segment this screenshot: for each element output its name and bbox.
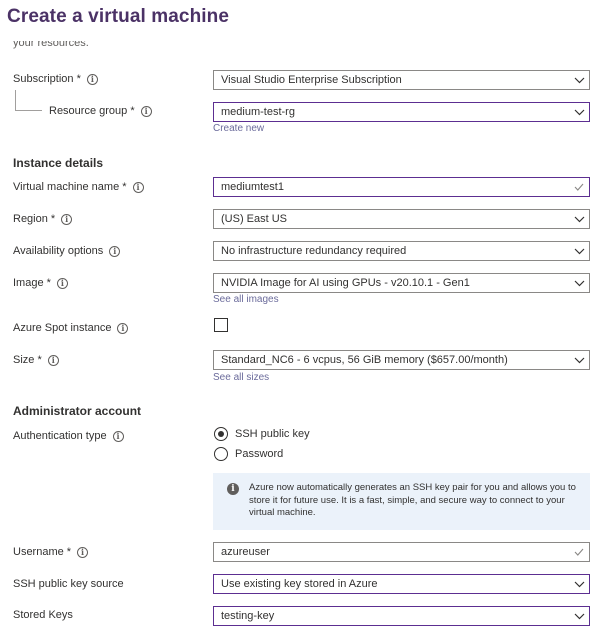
username-value: azureuser <box>221 546 270 558</box>
info-icon[interactable]: i <box>86 73 98 85</box>
info-icon[interactable]: i <box>47 354 59 366</box>
size-label: Size * i <box>13 354 59 366</box>
vm-name-value: mediumtest1 <box>221 181 284 193</box>
ssh-source-label-text: SSH public key source <box>13 578 124 590</box>
username-label-text: Username * <box>13 546 72 558</box>
vm-name-label-text: Virtual machine name * <box>13 181 127 193</box>
chevron-down-icon <box>569 71 589 89</box>
subscription-value: Visual Studio Enterprise Subscription <box>221 74 402 86</box>
resource-group-dropdown[interactable]: medium-test-rg <box>213 102 590 122</box>
info-icon[interactable]: i <box>109 245 121 257</box>
stored-keys-label: Stored Keys <box>13 609 73 621</box>
chevron-down-icon <box>569 103 589 121</box>
image-dropdown[interactable]: NVIDIA Image for AI using GPUs - v20.10.… <box>213 273 590 293</box>
chevron-down-icon <box>569 607 589 625</box>
region-dropdown[interactable]: (US) East US <box>213 209 590 229</box>
vm-name-label: Virtual machine name * i <box>13 181 144 193</box>
tree-connector <box>15 110 42 111</box>
resource-group-value: medium-test-rg <box>221 106 295 118</box>
spot-label: Azure Spot instance i <box>13 322 129 334</box>
auth-type-label-text: Authentication type <box>13 430 107 442</box>
region-label: Region * i <box>13 213 73 225</box>
radio-button[interactable] <box>214 447 228 461</box>
chevron-down-icon <box>569 242 589 260</box>
ssh-source-dropdown[interactable]: Use existing key stored in Azure <box>213 574 590 594</box>
checkmark-icon <box>569 543 589 561</box>
spot-label-text: Azure Spot instance <box>13 322 112 334</box>
info-icon[interactable]: i <box>61 213 73 225</box>
image-value: NVIDIA Image for AI using GPUs - v20.10.… <box>221 277 470 289</box>
username-input[interactable]: azureuser <box>213 542 590 562</box>
radio-ssh-public-key[interactable]: SSH public key <box>214 427 310 441</box>
see-all-sizes-link[interactable]: See all sizes <box>213 372 269 383</box>
subscription-label-text: Subscription * <box>13 73 81 85</box>
username-label: Username * i <box>13 546 89 558</box>
availability-label-text: Availability options <box>13 245 104 257</box>
info-icon[interactable]: i <box>112 430 124 442</box>
stored-keys-value: testing-key <box>221 610 275 622</box>
availability-dropdown[interactable]: No infrastructure redundancy required <box>213 241 590 261</box>
image-label-text: Image * <box>13 277 51 289</box>
radio-button-selected[interactable] <box>214 427 228 441</box>
info-icon[interactable]: i <box>117 322 129 334</box>
spot-instance-checkbox[interactable] <box>214 318 228 332</box>
create-new-link[interactable]: Create new <box>213 123 264 134</box>
auth-type-label: Authentication type i <box>13 430 124 442</box>
stored-keys-dropdown[interactable]: testing-key <box>213 606 590 626</box>
stored-keys-label-text: Stored Keys <box>13 609 73 621</box>
vm-name-input[interactable]: mediumtest1 <box>213 177 590 197</box>
see-all-images-link[interactable]: See all images <box>213 294 279 305</box>
size-value: Standard_NC6 - 6 vcpus, 56 GiB memory ($… <box>221 354 508 366</box>
subscription-dropdown[interactable]: Visual Studio Enterprise Subscription <box>213 70 590 90</box>
availability-value: No infrastructure redundancy required <box>221 245 407 257</box>
size-dropdown[interactable]: Standard_NC6 - 6 vcpus, 56 GiB memory ($… <box>213 350 590 370</box>
image-label: Image * i <box>13 277 68 289</box>
chevron-down-icon <box>569 210 589 228</box>
subscription-label: Subscription * i <box>13 73 98 85</box>
tree-connector <box>15 90 16 111</box>
resource-group-label-text: Resource group * <box>49 105 135 117</box>
ssh-info-text: Azure now automatically generates an SSH… <box>249 482 576 518</box>
checkmark-icon <box>569 178 589 196</box>
radio-ssh-label: SSH public key <box>235 428 310 440</box>
info-icon[interactable]: i <box>132 181 144 193</box>
region-value: (US) East US <box>221 213 288 225</box>
chevron-down-icon <box>569 351 589 369</box>
region-label-text: Region * <box>13 213 56 225</box>
info-icon[interactable]: i <box>140 105 152 117</box>
size-label-text: Size * <box>13 354 42 366</box>
radio-password[interactable]: Password <box>214 447 283 461</box>
chevron-down-icon <box>569 575 589 593</box>
radio-password-label: Password <box>235 448 284 460</box>
instance-details-heading: Instance details <box>13 156 104 170</box>
ssh-source-value: Use existing key stored in Azure <box>221 578 378 590</box>
chevron-down-icon <box>569 274 589 292</box>
availability-label: Availability options i <box>13 245 121 257</box>
info-icon[interactable]: i <box>56 277 68 289</box>
ssh-info-box: i Azure now automatically generates an S… <box>213 473 590 530</box>
administrator-account-heading: Administrator account <box>13 404 142 418</box>
ssh-source-label: SSH public key source <box>13 578 124 590</box>
description-text-cut: your resources. <box>13 41 89 49</box>
page-title: Create a virtual machine <box>7 6 230 27</box>
info-icon: i <box>227 483 239 495</box>
resource-group-label: Resource group * i <box>49 105 152 117</box>
info-icon[interactable]: i <box>77 546 89 558</box>
